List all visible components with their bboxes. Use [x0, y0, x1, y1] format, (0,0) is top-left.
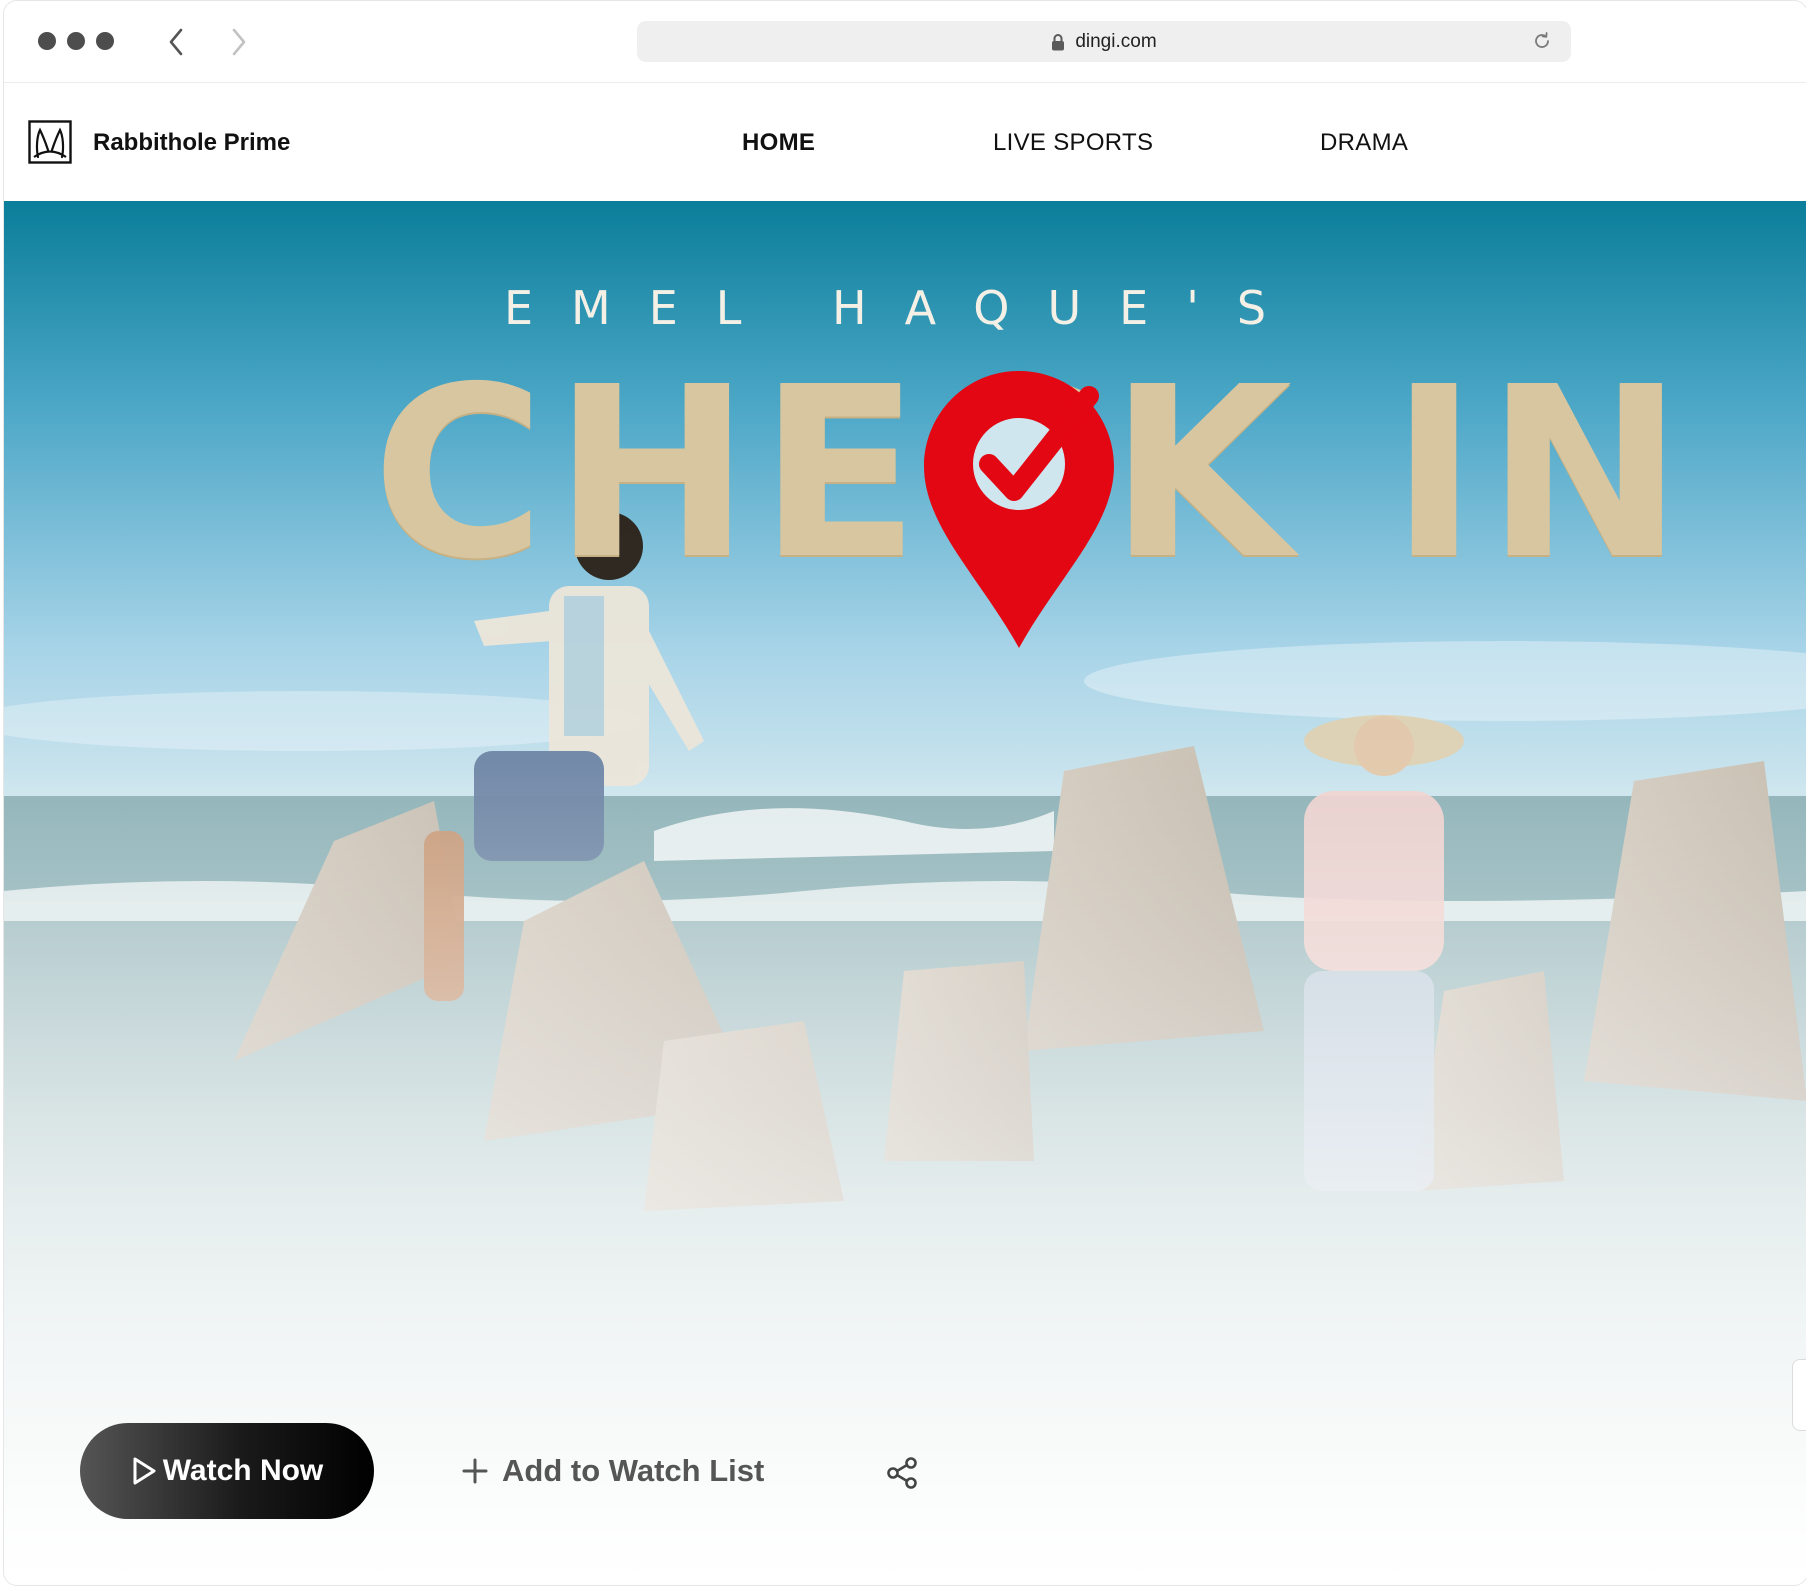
- watch-now-button[interactable]: Watch Now: [80, 1423, 374, 1519]
- site-header: Rabbithole Prime HOME LIVE SPORTS DRAMA: [4, 83, 1806, 201]
- maximize-window-button[interactable]: [96, 32, 114, 50]
- share-button[interactable]: [874, 1449, 930, 1497]
- rabbit-logo-icon[interactable]: [28, 120, 72, 164]
- location-pin-check-icon: [924, 371, 1114, 648]
- browser-window: dingi.com Rabbithole Prime HOME LIVE SPO…: [3, 0, 1806, 1586]
- hero-banner: EMEL HAQUE'S CHECK IN: [4, 201, 1806, 1585]
- brand-name[interactable]: Rabbithole Prime: [93, 129, 290, 157]
- browser-toolbar: dingi.com: [4, 1, 1806, 83]
- back-button[interactable]: [161, 25, 191, 59]
- hero-subtitle: EMEL HAQUE'S: [503, 281, 1305, 335]
- lock-icon: [1052, 33, 1065, 50]
- add-to-watchlist-label: Add to Watch List: [502, 1453, 765, 1488]
- forward-button[interactable]: [224, 25, 254, 59]
- add-to-watchlist-button[interactable]: Add to Watch List: [462, 1437, 764, 1505]
- address-bar[interactable]: dingi.com: [637, 21, 1571, 62]
- reload-icon[interactable]: [1531, 30, 1553, 52]
- close-window-button[interactable]: [38, 32, 56, 50]
- nav-drama[interactable]: DRAMA: [1320, 129, 1408, 157]
- play-icon: [133, 1457, 156, 1485]
- nav-home[interactable]: HOME: [742, 129, 815, 157]
- share-icon: [887, 1457, 917, 1489]
- window-controls: [38, 32, 114, 50]
- nav-live-sports[interactable]: LIVE SPORTS: [993, 129, 1153, 157]
- url-text: dingi.com: [1075, 30, 1157, 52]
- plus-icon: [462, 1458, 488, 1484]
- minimize-window-button[interactable]: [67, 32, 85, 50]
- watch-now-label: Watch Now: [162, 1454, 324, 1487]
- chevron-right-icon: [232, 28, 246, 56]
- chevron-left-icon: [169, 28, 183, 56]
- side-panel-tab[interactable]: [1792, 1359, 1806, 1431]
